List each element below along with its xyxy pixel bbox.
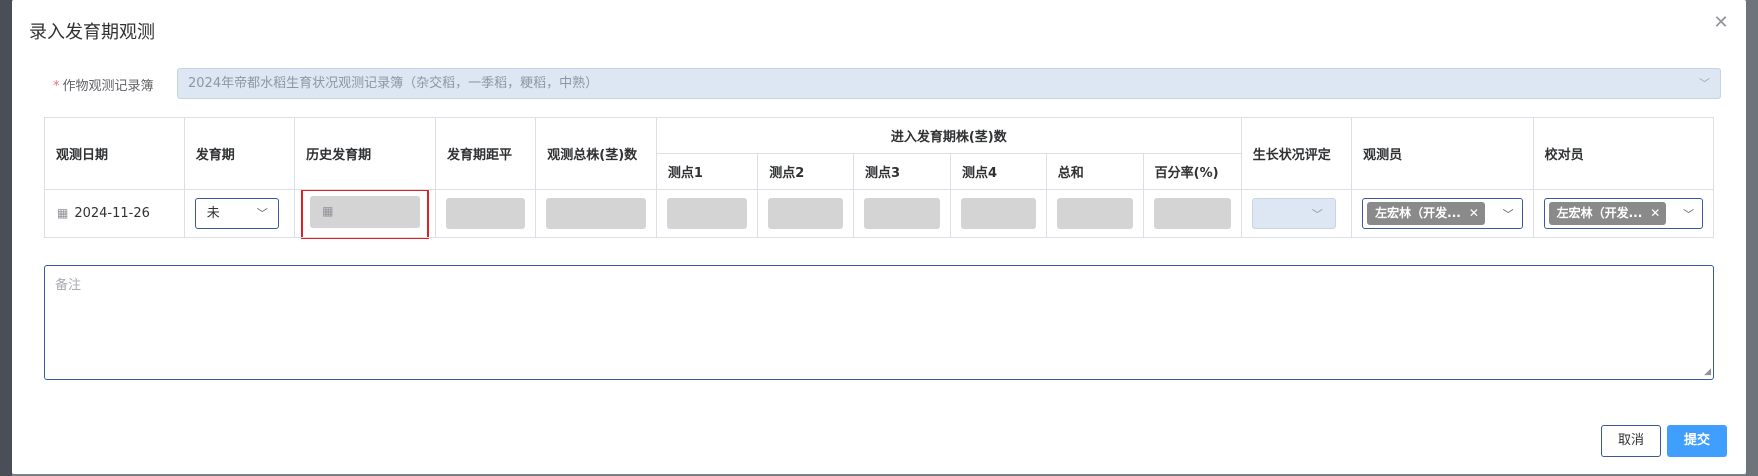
- stage-value: 未: [206, 206, 220, 221]
- record-book-label-text: 作物观测记录簿: [62, 79, 154, 94]
- cancel-button[interactable]: 取消: [1601, 425, 1661, 457]
- record-book-label: * 作物观测记录簿: [53, 75, 154, 94]
- checker-select[interactable]: 左宏林（开发... ✕ ﹀: [1543, 198, 1703, 229]
- header-percent: 百分率(%): [1142, 153, 1242, 190]
- required-mark: *: [53, 79, 60, 94]
- point4-input[interactable]: [960, 198, 1036, 229]
- total-plants-input[interactable]: [546, 198, 646, 229]
- header-growth-eval: 生长状况评定: [1240, 117, 1353, 190]
- growth-eval-select[interactable]: ﹀: [1251, 198, 1336, 229]
- checker-tag: 左宏林（开发... ✕: [1548, 202, 1667, 225]
- header-history-stage: 历史发育期: [294, 117, 436, 190]
- history-stage-input[interactable]: ▦: [310, 195, 420, 228]
- point1-cell: [655, 189, 759, 238]
- stage-select[interactable]: 未 ﹀: [194, 198, 279, 229]
- header-checker: 校对员: [1532, 117, 1715, 190]
- point3-cell: [853, 189, 951, 238]
- resize-grip-icon[interactable]: ◢: [1704, 367, 1711, 377]
- header-stage: 发育期: [183, 117, 296, 190]
- observer-tag-label: 左宏林（开发...: [1375, 206, 1461, 220]
- history-stage-cell: ▦: [294, 188, 436, 239]
- backdrop-left: [0, 0, 12, 476]
- record-book-select[interactable]: 2024年帝都水稻生育状况观测记录簿（杂交稻，一季稻，粳稻，中熟） ﹀: [177, 68, 1721, 99]
- chevron-down-icon: ﹀: [1683, 208, 1694, 221]
- chevron-down-icon: ﹀: [1699, 77, 1710, 90]
- chevron-down-icon: ﹀: [1502, 208, 1514, 221]
- observer-cell: 左宏林（开发... ✕ ﹀: [1351, 189, 1534, 238]
- observer-tag: 左宏林（开发... ✕: [1367, 202, 1485, 225]
- record-book-value: 2024年帝都水稻生育状况观测记录簿（杂交稻，一季稻，粳稻，中熟）: [188, 76, 599, 91]
- percent-input[interactable]: [1153, 198, 1231, 229]
- stage-cell: 未 ﹀: [183, 189, 296, 238]
- calendar-icon: ▦: [57, 206, 69, 220]
- remark-textarea[interactable]: 备注 ◢: [44, 265, 1714, 380]
- backdrop-right: [1746, 0, 1758, 476]
- table-row: ▦ 2024-11-26 未 ﹀ ▦ ﹀ 左宏林（开发... ✕ ﹀ 左宏林（开…: [44, 188, 1715, 239]
- date-value: 2024-11-26: [74, 206, 150, 221]
- sum-cell: [1045, 189, 1144, 238]
- chevron-down-icon: ﹀: [256, 207, 268, 220]
- checker-tag-label: 左宏林（开发...: [1556, 206, 1643, 220]
- calendar-icon: ▦: [322, 203, 334, 218]
- chevron-down-icon: ﹀: [1311, 208, 1323, 221]
- point4-cell: [949, 189, 1047, 238]
- header-point2: 测点2: [757, 153, 855, 190]
- sum-input[interactable]: [1056, 198, 1133, 229]
- submit-button[interactable]: 提交: [1667, 425, 1727, 457]
- header-observer: 观测员: [1351, 117, 1534, 190]
- header-sum: 总和: [1045, 153, 1144, 190]
- close-icon[interactable]: ✕: [1650, 206, 1660, 220]
- stage-distance-input[interactable]: [446, 198, 526, 229]
- observation-dialog: 录入发育期观测 ✕ * 作物观测记录簿 2024年帝都水稻生育状况观测记录簿（杂交…: [12, 0, 1746, 474]
- point2-cell: [757, 189, 855, 238]
- header-point1: 测点1: [655, 153, 759, 190]
- total-plants-cell: [535, 189, 657, 238]
- header-stage-distance: 发育期距平: [434, 117, 537, 190]
- dialog-title: 录入发育期观测: [29, 22, 155, 43]
- header-entered-group: 进入发育期株(茎)数: [655, 117, 1242, 154]
- remark-placeholder: 备注: [55, 278, 82, 293]
- point3-input[interactable]: [864, 198, 940, 229]
- header-date: 观测日期: [44, 117, 185, 190]
- close-icon[interactable]: ✕: [1712, 14, 1730, 32]
- observation-table: 观测日期 发育期 历史发育期 发育期距平 观测总株(茎)数 进入发育期株(茎)数…: [44, 117, 1715, 239]
- percent-cell: [1142, 189, 1242, 238]
- growth-eval-cell: ﹀: [1240, 189, 1353, 238]
- date-cell[interactable]: ▦ 2024-11-26: [44, 189, 185, 238]
- point1-input[interactable]: [666, 198, 748, 229]
- header-point4: 测点4: [949, 153, 1047, 190]
- point2-input[interactable]: [768, 198, 844, 229]
- history-stage-highlight: ▦: [301, 188, 429, 239]
- stage-distance-cell: [434, 189, 537, 238]
- header-total-plants: 观测总株(茎)数: [535, 117, 657, 190]
- close-icon[interactable]: ✕: [1469, 206, 1479, 220]
- checker-cell: 左宏林（开发... ✕ ﹀: [1532, 189, 1715, 238]
- record-book-row: * 作物观测记录簿 2024年帝都水稻生育状况观测记录簿（杂交稻，一季稻，粳稻，中…: [53, 68, 1721, 100]
- header-point3: 测点3: [853, 153, 951, 190]
- observer-select[interactable]: 左宏林（开发... ✕ ﹀: [1362, 198, 1523, 229]
